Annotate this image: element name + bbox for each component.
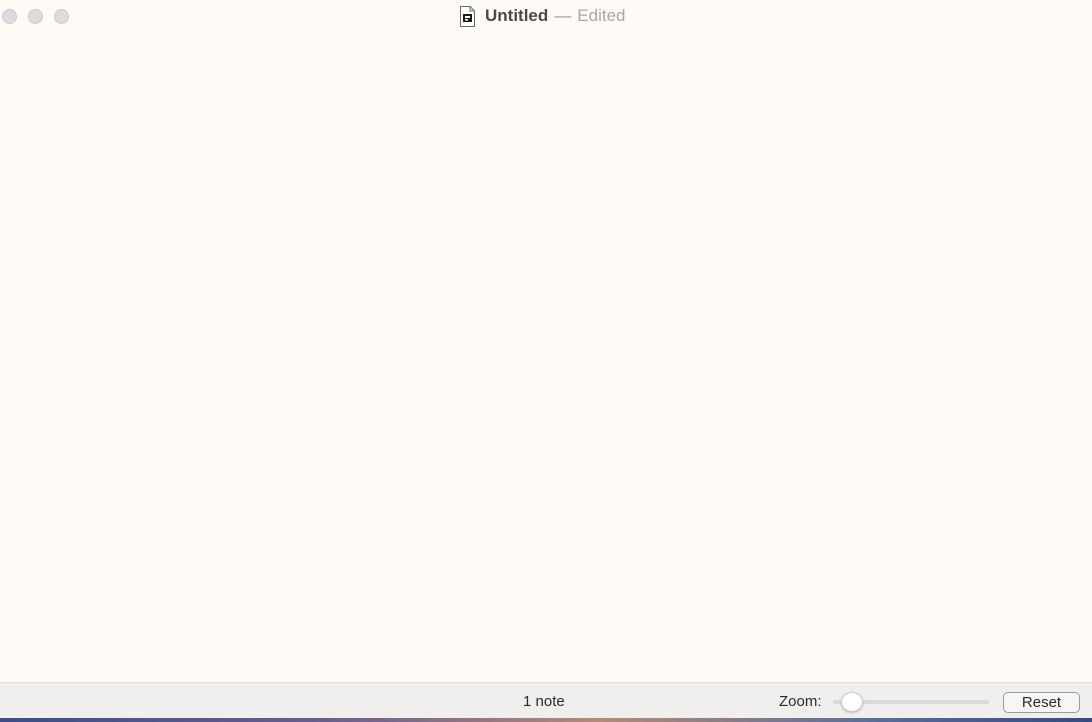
zoom-window-button[interactable] <box>54 9 69 24</box>
zoom-slider-thumb[interactable] <box>840 692 863 712</box>
document-title[interactable]: Untitled <box>485 6 548 26</box>
document-icon[interactable] <box>459 5 476 27</box>
close-window-button[interactable] <box>2 9 17 24</box>
app-window: Untitled — Edited 1 note Zoom: Reset <box>0 0 1092 722</box>
zoom-label: Zoom: <box>779 693 822 710</box>
desktop-background-strip <box>0 718 1092 722</box>
title-bar[interactable]: Untitled — Edited <box>0 0 1092 34</box>
title-separator: — <box>554 6 572 25</box>
board-canvas[interactable] <box>0 34 1092 682</box>
window-title: Untitled — Edited <box>459 5 625 27</box>
edited-status: Edited <box>577 6 626 25</box>
minimize-window-button[interactable] <box>28 9 43 24</box>
reset-zoom-button[interactable]: Reset <box>1003 692 1080 713</box>
status-bar: 1 note Zoom: Reset <box>0 682 1092 718</box>
note-count-label: 1 note <box>523 693 565 710</box>
